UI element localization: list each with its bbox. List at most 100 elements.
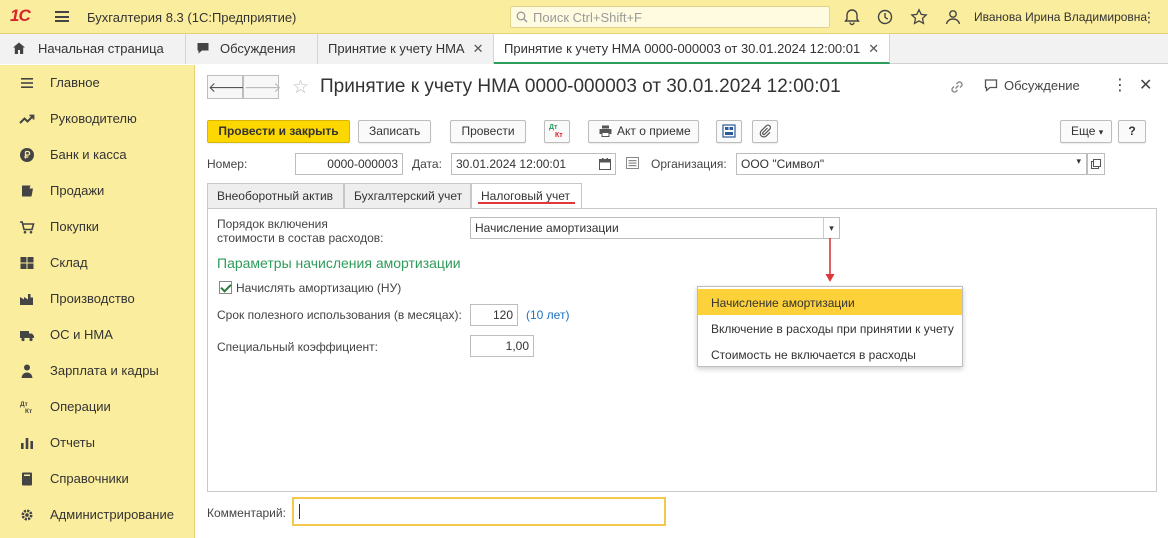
sidebar-item-main[interactable]: Главное [0, 65, 195, 101]
sidebar-item-catalogs[interactable]: Справочники [0, 461, 195, 497]
sidebar-item-production[interactable]: Производство [0, 281, 195, 317]
svg-text:Дт: Дт [549, 124, 558, 131]
sidebar-item-label: Продажи [50, 183, 105, 198]
tab-label: Принятие к учету НМА 0000-000003 от 30.0… [504, 41, 861, 56]
svg-text:Кт: Кт [555, 132, 563, 139]
dropdown-option[interactable]: Стоимость не включается в расходы [698, 341, 962, 367]
favorites-icon[interactable] [910, 8, 928, 26]
sidebar-item-purchases[interactable]: Покупки [0, 209, 195, 245]
chevron-down-icon[interactable]: ▾ [1076, 156, 1081, 167]
help-button[interactable]: ? [1118, 120, 1146, 143]
window-menu-icon[interactable]: ⋮ [1138, 6, 1160, 28]
date-value: 30.01.2024 12:00:01 [456, 157, 567, 171]
save-button[interactable]: Записать [358, 120, 431, 143]
sidebar-item-salary[interactable]: Зарплата и кадры [0, 353, 195, 389]
truck-icon [20, 331, 34, 342]
tab-label: Обсуждения [220, 41, 296, 56]
book-icon [22, 472, 32, 486]
organization-label: Организация: [651, 157, 727, 171]
menu-icon [21, 78, 33, 88]
accrue-depreciation-checkbox[interactable] [219, 281, 232, 294]
date-label: Дата: [412, 157, 442, 171]
dropdown-option[interactable]: Включение в расходы при принятии к учету [698, 315, 962, 341]
cart-icon [22, 185, 33, 197]
sidebar-item-label: Банк и касса [50, 147, 127, 162]
bell-icon[interactable] [843, 8, 861, 26]
dt-kt-button[interactable]: Дт Кт [544, 120, 570, 143]
chevron-down-icon[interactable]: ▾ [823, 218, 839, 238]
sidebar-item-label: Отчеты [50, 435, 95, 450]
number-field[interactable]: 0000-000003 [295, 153, 403, 175]
svg-text:Дт: Дт [20, 401, 28, 408]
useful-life-field[interactable]: 120 [470, 304, 518, 326]
act-button[interactable]: Акт о приеме [588, 120, 699, 143]
more-button[interactable]: Еще ▾ [1060, 120, 1112, 143]
sidebar-item-label: Покупки [50, 219, 99, 234]
user-icon[interactable] [944, 8, 962, 26]
post-button[interactable]: Провести [450, 120, 526, 143]
organization-value: ООО "Символ" [741, 157, 825, 171]
structure-icon [722, 124, 736, 138]
close-icon[interactable]: ✕ [1139, 75, 1152, 95]
sidebar-item-fixed-assets[interactable]: ОС и НМА [0, 317, 195, 353]
sidebar-item-label: Справочники [50, 471, 129, 486]
dropdown-option[interactable]: Начисление амортизации [698, 289, 962, 315]
tab-tax-accounting[interactable]: Налоговый учет [471, 183, 582, 209]
organization-field[interactable]: ООО "Символ" ▾ [736, 153, 1087, 175]
search-placeholder: Поиск Ctrl+Shift+F [533, 10, 642, 25]
svg-text:Кт: Кт [25, 408, 32, 415]
tab-home[interactable]: Начальная страница [0, 34, 186, 64]
forward-button[interactable]: 🡒 [243, 75, 282, 99]
comment-field[interactable] [292, 497, 666, 526]
close-icon[interactable]: ✕ [868, 41, 879, 56]
document-icon[interactable] [626, 157, 639, 169]
open-icon [1091, 159, 1101, 169]
dt-kt-icon: ДтКт [20, 401, 32, 415]
more-actions-icon[interactable]: ⋮ [1112, 75, 1128, 95]
app-title: Бухгалтерия 8.3 (1С:Предприятие) [87, 10, 297, 25]
tab-nma-list[interactable]: Принятие к учету НМА ✕ [318, 34, 494, 64]
post-and-close-button[interactable]: Провести и закрыть [207, 120, 350, 143]
favorite-star-icon[interactable]: ☆ [292, 76, 309, 99]
trend-icon [19, 114, 35, 124]
sidebar-item-manager[interactable]: Руководителю [0, 101, 195, 137]
discussion-button[interactable]: Обсуждение [984, 78, 1080, 93]
tab-accounting[interactable]: Бухгалтерский учет [344, 183, 471, 208]
link-icon[interactable] [949, 79, 965, 95]
sidebar-item-admin[interactable]: Администрирование [0, 497, 195, 533]
ruble-icon [20, 148, 34, 162]
expense-order-select[interactable]: Начисление амортизации ▾ [470, 217, 840, 239]
sidebar-item-operations[interactable]: Дт Кт Операции [0, 389, 195, 425]
discussion-label: Обсуждение [1004, 78, 1080, 93]
factory-icon [20, 294, 33, 305]
sidebar-item-label: Производство [50, 291, 135, 306]
open-organization-button[interactable] [1087, 153, 1105, 175]
sidebar-item-bank[interactable]: Банк и касса [0, 137, 195, 173]
date-field[interactable]: 30.01.2024 12:00:01 [451, 153, 616, 175]
gear-icon [21, 509, 33, 521]
paperclip-icon [759, 124, 771, 138]
special-coefficient-field[interactable]: 1,00 [470, 335, 534, 357]
sidebar-item-warehouse[interactable]: Склад [0, 245, 195, 281]
chevron-down-icon: ▾ [1098, 127, 1104, 137]
sidebar-item-reports[interactable]: Отчеты [0, 425, 195, 461]
calendar-icon[interactable] [599, 158, 611, 170]
close-icon[interactable]: ✕ [473, 41, 484, 56]
sidebar-item-label: Зарплата и кадры [50, 363, 159, 378]
tab-discussions[interactable]: Обсуждения [186, 34, 318, 64]
attach-button[interactable] [752, 120, 778, 143]
chat-icon [197, 43, 209, 54]
app-logo[interactable]: 1С [10, 6, 31, 26]
sidebar-item-sales[interactable]: Продажи [0, 173, 195, 209]
sidebar-item-label: Операции [50, 399, 111, 414]
structure-button[interactable] [716, 120, 742, 143]
main-menu-icon[interactable] [55, 11, 69, 22]
tab-noncurrent-asset[interactable]: Внеоборотный актив [207, 183, 344, 208]
user-name[interactable]: Иванова Ирина Владимировна [974, 10, 1147, 24]
history-icon[interactable] [876, 8, 894, 26]
tab-nma-document[interactable]: Принятие к учету НМА 0000-000003 от 30.0… [494, 34, 890, 64]
sidebar-item-label: Администрирование [50, 507, 174, 522]
number-label: Номер: [207, 157, 248, 171]
back-button[interactable]: 🡐 [207, 75, 246, 99]
search-input[interactable]: Поиск Ctrl+Shift+F [510, 6, 830, 28]
